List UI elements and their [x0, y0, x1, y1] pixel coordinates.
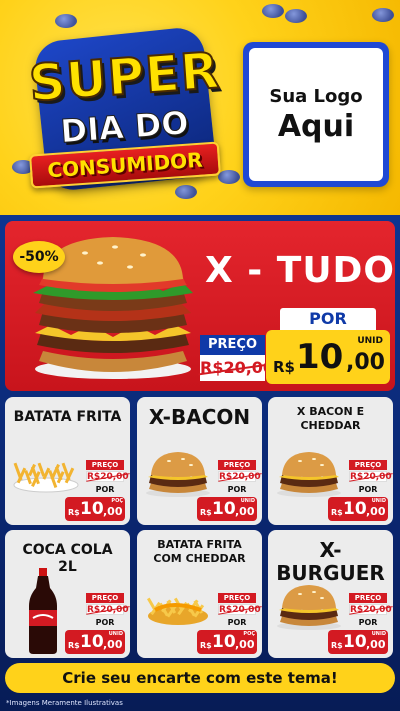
product-card[interactable]: X BACON E CHEDDAR PREÇO R$20,00 POR R$ 1…: [268, 397, 393, 525]
product-name: COCA COLA 2L: [22, 542, 113, 575]
product-por-label: POR: [358, 618, 378, 627]
soda-bottle-icon: [25, 566, 61, 658]
discount-badge: -50%: [13, 241, 65, 273]
product-por-label: POR: [95, 618, 115, 627]
product-currency: R$: [68, 641, 80, 650]
product-name: BATATA FRITA COM CHEDDAR: [153, 538, 246, 565]
product-price-tag: R$ 10 ,00 UNID: [328, 630, 388, 654]
product-price-int: 10: [343, 632, 367, 652]
product-card[interactable]: BATATA FRITA PREÇO R$20,00 POR R$ 10 ,00…: [5, 397, 130, 525]
coin-icon: [262, 4, 284, 18]
event-title-badge: SUPER DIA DO CONSUMIDOR: [12, 25, 237, 193]
logo-text-line2: Aqui: [277, 108, 355, 144]
product-preco-label: PREÇO: [349, 593, 387, 603]
product-price-tag: R$ 10 ,00 POÇ: [65, 497, 125, 521]
product-card[interactable]: X-BURGUER PREÇO R$20,00 POR R$ 10 ,00 UN…: [268, 530, 393, 658]
product-name: BATATA FRITA: [13, 409, 122, 425]
product-preco-label: PREÇO: [218, 460, 256, 470]
disclaimer-footnote: *Imagens Meramente Ilustrativas: [6, 699, 123, 707]
featured-old-price: R$20,00: [200, 358, 275, 377]
fries-cheddar-icon: [143, 582, 213, 631]
product-card[interactable]: BATATA FRITA COM CHEDDAR PREÇO R$20,00 P…: [137, 530, 262, 658]
product-old-price: R$20,00: [349, 604, 392, 615]
product-old-price: R$20,00: [349, 471, 392, 482]
product-unit: UNID: [108, 631, 123, 637]
featured-old-price-box: R$20,00: [200, 355, 274, 381]
product-price-int: 10: [212, 499, 236, 519]
burger-icon: [274, 449, 344, 501]
product-price-int: 10: [80, 632, 104, 652]
featured-por-label: POR: [280, 308, 376, 330]
header-banner: SUPER DIA DO CONSUMIDOR Sua Logo Aqui: [0, 0, 400, 215]
featured-preco-label: PREÇO: [200, 335, 265, 355]
logo-text-line1: Sua Logo: [269, 85, 363, 107]
product-preco-label: PREÇO: [86, 593, 124, 603]
product-unit: POÇ: [243, 631, 255, 637]
coin-icon: [55, 14, 77, 28]
product-card[interactable]: X-BACON PREÇO R$20,00 POR R$ 10 ,00 UNID: [137, 397, 262, 525]
coin-icon: [372, 8, 394, 22]
coin-icon: [285, 9, 307, 23]
product-price-tag: R$ 10 ,00 UNID: [328, 497, 388, 521]
product-preco-label: PREÇO: [349, 460, 387, 470]
featured-price-int: 10: [296, 337, 344, 377]
product-old-price: R$20,00: [218, 604, 261, 615]
featured-price-tag: R$ 10 ,00 UNID: [266, 330, 390, 384]
product-price-int: 10: [212, 632, 236, 652]
fries-icon: [11, 449, 81, 498]
product-currency: R$: [331, 641, 343, 650]
product-currency: R$: [331, 508, 343, 517]
product-currency: R$: [200, 641, 212, 650]
product-price-int: 10: [80, 499, 104, 519]
product-unit: UNID: [371, 498, 386, 504]
product-currency: R$: [68, 508, 80, 517]
product-old-price: R$20,00: [86, 604, 129, 615]
featured-product-name: X - TUDO: [205, 250, 396, 291]
product-name: X-BACON: [148, 405, 251, 429]
product-price-cents: ,00: [366, 505, 386, 518]
product-por-label: POR: [95, 485, 115, 494]
product-currency: R$: [200, 508, 212, 517]
product-price-cents: ,00: [103, 505, 123, 518]
product-price-tag: R$ 10 ,00 UNID: [197, 497, 257, 521]
create-flyer-button[interactable]: Crie seu encarte com este tema!: [5, 663, 395, 693]
product-por-label: POR: [358, 485, 378, 494]
product-price-tag: R$ 10 ,00 POÇ: [197, 630, 257, 654]
product-old-price: R$20,00: [86, 471, 129, 482]
product-price-cents: ,00: [235, 505, 255, 518]
product-unit: UNID: [240, 498, 255, 504]
product-name: X-BURGUER: [276, 538, 385, 585]
product-old-price: R$20,00: [218, 471, 261, 482]
logo-placeholder-inner: Sua Logo Aqui: [249, 48, 383, 181]
burger-icon: [274, 582, 344, 634]
logo-placeholder[interactable]: Sua Logo Aqui: [243, 42, 389, 187]
product-price-cents: ,00: [235, 638, 255, 651]
featured-price-cents: ,00: [346, 350, 385, 375]
featured-unit: UNID: [357, 336, 383, 346]
featured-currency: R$: [273, 358, 295, 376]
product-price-tag: R$ 10 ,00 UNID: [65, 630, 125, 654]
product-price-cents: ,00: [103, 638, 123, 651]
product-unit: POÇ: [111, 498, 123, 504]
product-preco-label: PREÇO: [218, 593, 256, 603]
burger-icon: [143, 449, 213, 501]
product-preco-label: PREÇO: [86, 460, 124, 470]
product-por-label: POR: [227, 485, 247, 494]
product-card[interactable]: COCA COLA 2L PREÇO R$20,00 POR R$ 10 ,00…: [5, 530, 130, 658]
product-price-int: 10: [343, 499, 367, 519]
product-por-label: POR: [227, 618, 247, 627]
product-unit: UNID: [371, 631, 386, 637]
product-price-cents: ,00: [366, 638, 386, 651]
product-name: X BACON E CHEDDAR: [296, 405, 365, 432]
